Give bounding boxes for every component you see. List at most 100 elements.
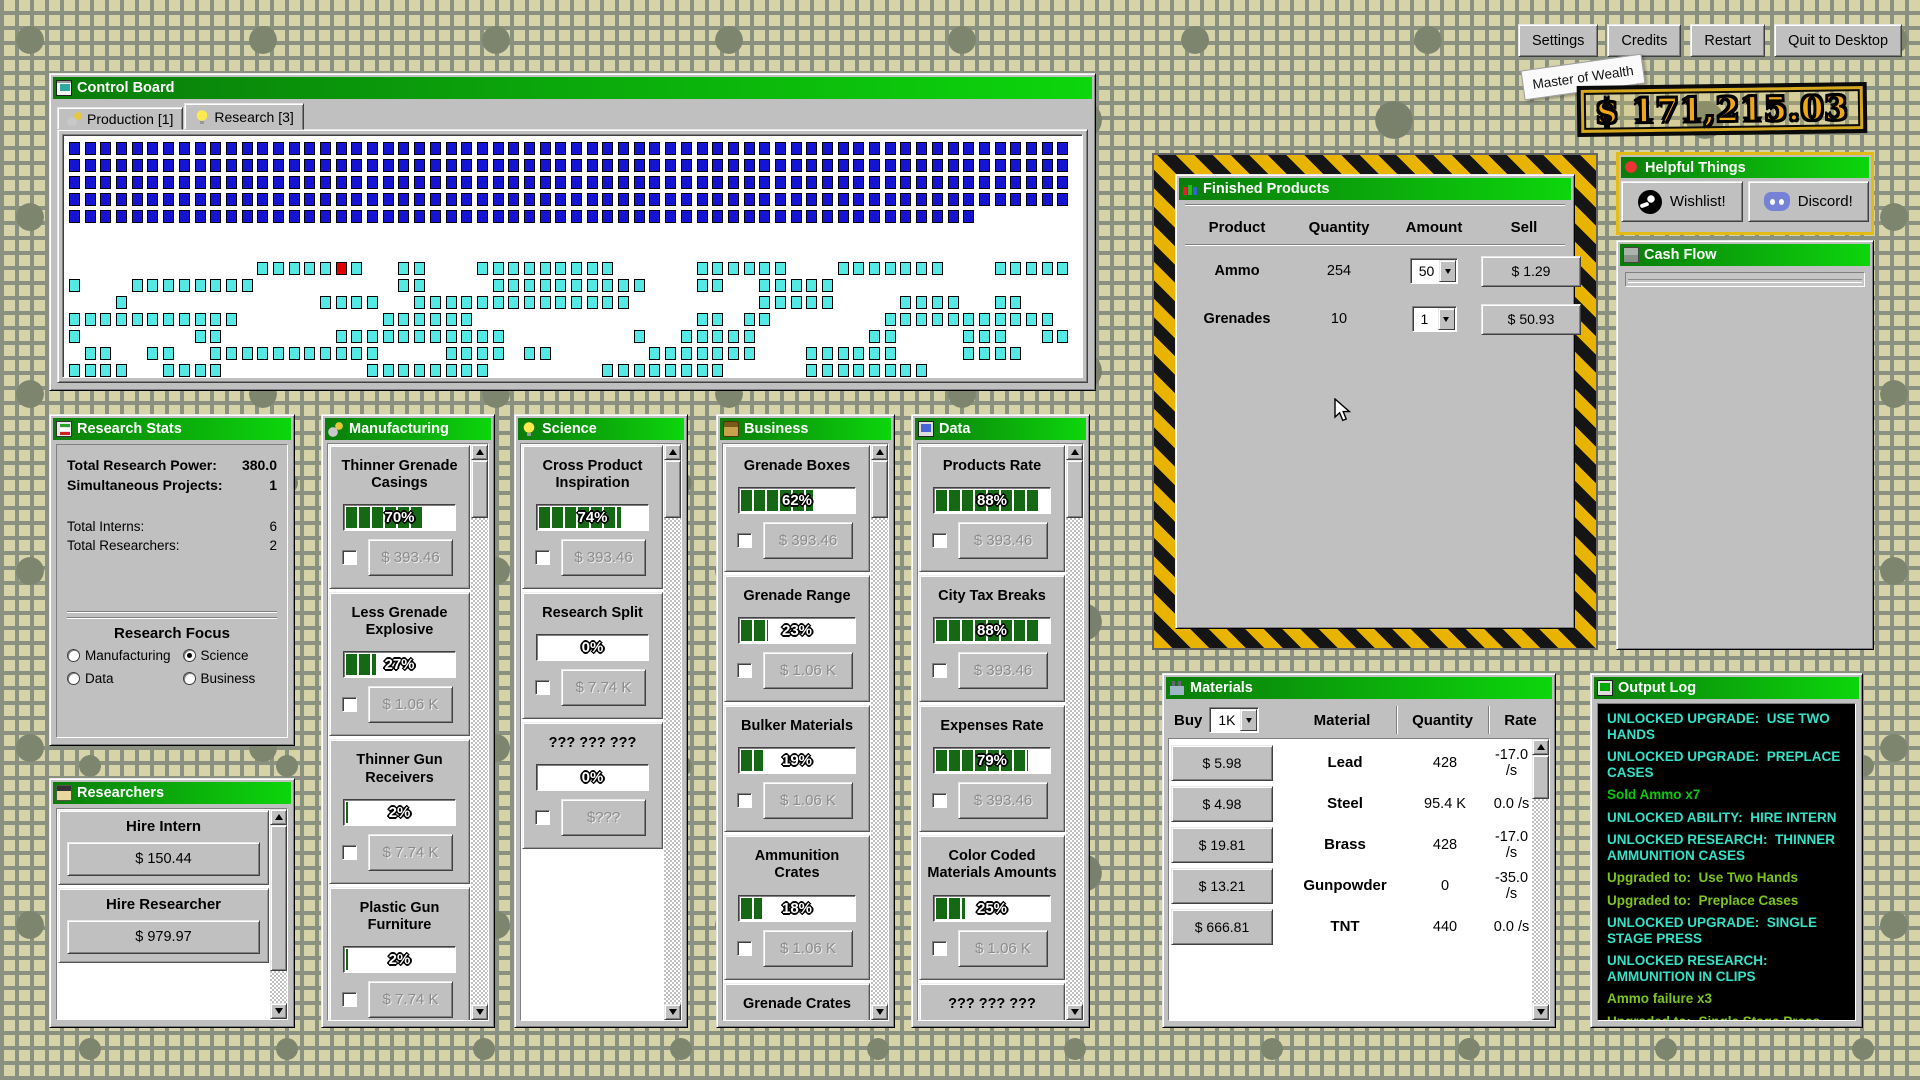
hire-name: Hire Intern	[67, 818, 260, 835]
radio-icon[interactable]	[67, 672, 80, 685]
grid-cell	[712, 210, 723, 223]
grid-cell	[791, 142, 802, 155]
buy-amount-dropdown[interactable]: 1K	[1209, 707, 1259, 733]
topbar-button-settings[interactable]: Settings	[1518, 24, 1598, 57]
buy-research-button[interactable]: $ 393.46	[561, 539, 646, 576]
grid-cell-empty	[602, 330, 613, 343]
scroll-track[interactable]	[1066, 460, 1083, 1004]
hire-button-hire-intern[interactable]: $ 150.44	[67, 842, 260, 876]
auto-buy-checkbox[interactable]	[932, 941, 947, 956]
buy-material-button-gunpowder[interactable]: $ 13.21	[1171, 868, 1273, 904]
hire-button-hire-researcher[interactable]: $ 979.97	[67, 920, 260, 954]
focus-option-data[interactable]: Data	[67, 671, 183, 686]
buy-research-button[interactable]: $ 393.46	[958, 652, 1048, 689]
scrollbar[interactable]	[1066, 444, 1083, 1020]
researchers-scrollbar[interactable]	[270, 809, 287, 1019]
radio-icon[interactable]	[183, 649, 196, 662]
scroll-track[interactable]	[664, 460, 681, 1004]
auto-buy-checkbox[interactable]	[737, 793, 752, 808]
radio-icon[interactable]	[67, 649, 80, 662]
buy-research-button[interactable]: $ 1.06 K	[763, 930, 853, 967]
topbar-button-credits[interactable]: Credits	[1607, 24, 1681, 57]
auto-buy-checkbox[interactable]	[737, 533, 752, 548]
scroll-up-button[interactable]	[664, 444, 681, 460]
scroll-track[interactable]	[270, 825, 287, 1003]
grid-cell	[430, 296, 441, 309]
materials-scrollbar[interactable]	[1532, 739, 1549, 1020]
sell-button-grenades[interactable]: $ 50.93	[1481, 304, 1581, 335]
scroll-down-button[interactable]	[1066, 1004, 1083, 1020]
auto-buy-checkbox[interactable]	[932, 663, 947, 678]
dropdown-button[interactable]	[1438, 308, 1455, 330]
discord-button[interactable]: Discord!	[1748, 181, 1870, 222]
scroll-down-button[interactable]	[471, 1004, 488, 1020]
auto-buy-checkbox[interactable]	[342, 992, 357, 1007]
buy-research-button[interactable]: $ 393.46	[958, 522, 1048, 559]
scroll-thumb[interactable]	[471, 460, 488, 518]
buy-research-button[interactable]: $???	[561, 799, 646, 836]
scroll-up-button[interactable]	[270, 809, 287, 825]
scroll-thumb[interactable]	[270, 825, 287, 971]
scroll-up-button[interactable]	[471, 444, 488, 460]
grid-cell	[665, 364, 676, 377]
buy-research-button[interactable]: $ 1.06 K	[763, 782, 853, 819]
buy-research-button[interactable]: $ 7.74 K	[561, 669, 646, 706]
scrollbar[interactable]	[471, 444, 488, 1020]
tab-production-1[interactable]: Production [1]	[57, 107, 183, 130]
tab-research-3[interactable]: Research [3]	[184, 103, 303, 130]
scroll-up-button[interactable]	[1066, 444, 1083, 460]
scroll-track[interactable]	[1532, 755, 1549, 1004]
scroll-thumb[interactable]	[1066, 460, 1083, 518]
wishlist-button[interactable]: Wishlist!	[1621, 181, 1743, 222]
scroll-thumb[interactable]	[664, 460, 681, 518]
sell-button-ammo[interactable]: $ 1.29	[1481, 256, 1581, 287]
buy-research-button[interactable]: $ 393.46	[958, 782, 1048, 819]
buy-material-button-lead[interactable]: $ 5.98	[1171, 745, 1273, 781]
auto-buy-checkbox[interactable]	[737, 663, 752, 678]
scroll-track[interactable]	[871, 460, 888, 1004]
scrollbar[interactable]	[871, 444, 888, 1020]
buy-material-button-brass[interactable]: $ 19.81	[1171, 827, 1273, 863]
scroll-up-button[interactable]	[1532, 739, 1549, 755]
auto-buy-checkbox[interactable]	[342, 845, 357, 860]
buy-research-button[interactable]: $ 7.74 K	[368, 981, 453, 1018]
buy-material-button-steel[interactable]: $ 4.98	[1171, 786, 1273, 822]
scroll-down-button[interactable]	[1532, 1004, 1549, 1020]
topbar-button-quit-to-desktop[interactable]: Quit to Desktop	[1774, 24, 1902, 57]
radio-icon[interactable]	[183, 672, 196, 685]
buy-material-button-tnt[interactable]: $ 666.81	[1171, 909, 1273, 945]
focus-option-manufacturing[interactable]: Manufacturing	[67, 648, 183, 663]
buy-research-button[interactable]: $ 1.06 K	[958, 930, 1048, 967]
auto-buy-checkbox[interactable]	[342, 697, 357, 712]
dropdown-button[interactable]	[1439, 260, 1456, 282]
buy-research-button[interactable]: $ 1.06 K	[368, 686, 453, 723]
auto-buy-checkbox[interactable]	[342, 550, 357, 565]
auto-buy-checkbox[interactable]	[737, 941, 752, 956]
scrollbar[interactable]	[664, 444, 681, 1020]
buy-research-button[interactable]: $ 393.46	[763, 522, 853, 559]
grid-cell	[85, 313, 96, 326]
auto-buy-checkbox[interactable]	[932, 533, 947, 548]
auto-buy-checkbox[interactable]	[535, 680, 550, 695]
buy-research-button[interactable]: $ 1.06 K	[763, 652, 853, 689]
focus-option-business[interactable]: Business	[183, 671, 278, 686]
auto-buy-checkbox[interactable]	[535, 810, 550, 825]
scroll-thumb[interactable]	[871, 460, 888, 518]
buy-research-button[interactable]: $ 393.46	[368, 539, 453, 576]
scroll-down-button[interactable]	[270, 1003, 287, 1019]
scroll-up-button[interactable]	[871, 444, 888, 460]
dropdown-button[interactable]	[1240, 709, 1257, 731]
scroll-thumb[interactable]	[1532, 755, 1549, 799]
focus-option-science[interactable]: Science	[183, 648, 278, 663]
buy-research-button[interactable]: $ 7.74 K	[368, 834, 453, 871]
sell-amount-dropdown[interactable]: 50	[1410, 258, 1459, 284]
grid-cell	[257, 262, 268, 275]
scroll-down-button[interactable]	[871, 1004, 888, 1020]
auto-buy-checkbox[interactable]	[932, 793, 947, 808]
topbar-button-restart[interactable]: Restart	[1690, 24, 1765, 57]
materials-list: $ 5.98 Lead 428 -17.0 /s $ 4.98 Steel 95…	[1169, 739, 1532, 1020]
scroll-down-button[interactable]	[664, 1004, 681, 1020]
scroll-track[interactable]	[471, 460, 488, 1004]
sell-amount-dropdown[interactable]: 1	[1412, 306, 1457, 332]
auto-buy-checkbox[interactable]	[535, 550, 550, 565]
